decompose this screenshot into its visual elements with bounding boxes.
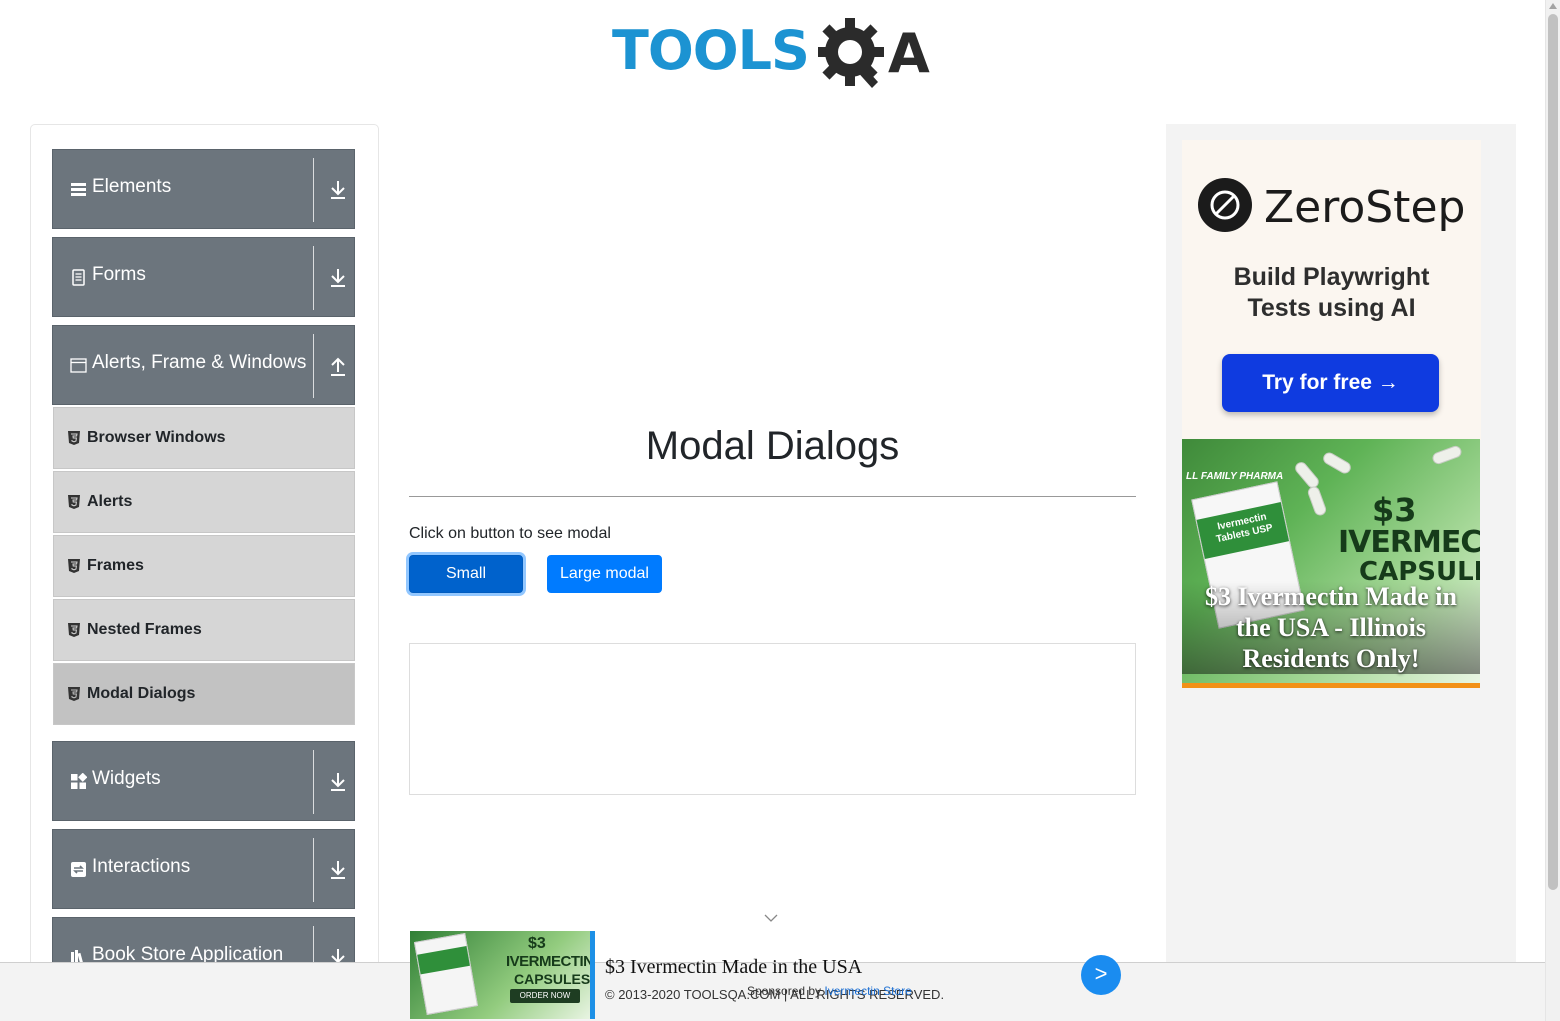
sidebar-group-forms[interactable]: Forms xyxy=(52,237,355,317)
ad-price: $3 xyxy=(1372,491,1417,529)
divider xyxy=(313,158,314,222)
gear-q-logo-icon: A xyxy=(818,18,930,88)
sidebar-group-alerts-frame-windows[interactable]: Alerts, Frame & Windows xyxy=(52,325,355,405)
sponsor-link[interactable]: Ivermectin Store xyxy=(824,984,911,998)
sidebar-item-alerts[interactable]: Alerts xyxy=(53,471,355,533)
html5-icon xyxy=(68,495,80,509)
hamburger-icon xyxy=(71,183,86,196)
ivermectin-ad[interactable]: LL FAMILY PHARMA Ivermectin Tablets USP … xyxy=(1182,439,1480,688)
sidebar-group-label: Elements xyxy=(92,176,172,197)
expand-arrow-icon[interactable] xyxy=(327,858,349,882)
pill-image xyxy=(1430,444,1464,466)
page-title: Modal Dialogs xyxy=(645,424,900,468)
widgets-icon xyxy=(71,773,87,789)
document-icon xyxy=(72,269,85,286)
expand-arrow-icon[interactable] xyxy=(327,178,349,202)
ad-placeholder-box xyxy=(409,643,1136,795)
sponsored-by-text: Sponsored by Ivermectin Store xyxy=(747,984,912,998)
bottom-banner-ad[interactable]: $3 IVERMECTIN CAPSULES ORDER NOW $3 Iver… xyxy=(409,930,1134,1020)
pill-image xyxy=(1321,450,1353,476)
left-sidebar: Elements Forms Alerts, Frame & Windows B… xyxy=(30,124,379,1021)
divider xyxy=(313,750,314,814)
sidebar-item-label: Alerts xyxy=(87,493,133,510)
title-divider xyxy=(409,496,1136,497)
accent-bar xyxy=(590,931,595,1019)
expand-arrow-icon[interactable] xyxy=(327,266,349,290)
sidebar-submenu: Browser Windows Alerts Frames Nested Fra… xyxy=(53,407,355,727)
vertical-scrollbar[interactable] xyxy=(1545,0,1560,1021)
zerostep-brand: ZeroStep xyxy=(1264,182,1466,233)
zerostep-tagline: Build Playwright Tests using AI xyxy=(1182,262,1481,324)
expand-arrow-icon[interactable] xyxy=(327,770,349,794)
medicine-package-image xyxy=(413,933,479,1015)
html5-icon xyxy=(68,431,80,445)
tagline-line-2: Tests using AI xyxy=(1247,294,1416,322)
sidebar-group-label: Widgets xyxy=(92,768,161,789)
logo-text-a: A xyxy=(888,22,930,85)
sidebar-group-widgets[interactable]: Widgets xyxy=(52,741,355,821)
bottom-ad-title[interactable]: $3 Ivermectin Made in the USA xyxy=(605,956,862,979)
collapse-arrow-icon[interactable] xyxy=(327,354,349,378)
large-modal-button[interactable]: Large modal xyxy=(547,555,662,593)
divider xyxy=(313,246,314,310)
toolsqa-logo[interactable]: TOOLS A xyxy=(612,14,936,92)
html5-icon xyxy=(68,559,80,573)
divider xyxy=(313,334,314,398)
pill-image xyxy=(1292,459,1322,491)
divider xyxy=(313,838,314,902)
sidebar-item-label: Nested Frames xyxy=(87,621,202,638)
pharma-brand: LL FAMILY PHARMA xyxy=(1186,471,1284,482)
zerostep-ad[interactable]: ZeroStep Build Playwright Tests using AI… xyxy=(1182,140,1481,440)
try-for-free-button[interactable]: Try for free → xyxy=(1222,354,1439,412)
sidebar-item-nested-frames[interactable]: Nested Frames xyxy=(53,599,355,661)
page: TOOLS A Elements Forms Alerts, Frame & W… xyxy=(0,0,1560,1021)
go-arrow-button[interactable]: > xyxy=(1081,955,1121,995)
sponsored-prefix: Sponsored by xyxy=(747,984,822,998)
zerostep-logo-icon xyxy=(1198,178,1252,232)
sidebar-item-label: Frames xyxy=(87,557,144,574)
sidebar-item-frames[interactable]: Frames xyxy=(53,535,355,597)
pill-image xyxy=(1306,484,1328,518)
sidebar-item-label: Modal Dialogs xyxy=(87,685,196,702)
bottom-ad-product-word: IVERMECTIN xyxy=(506,953,590,970)
sidebar-group-label: Alerts, Frame & Windows xyxy=(92,352,307,373)
window-icon xyxy=(70,358,87,373)
scroll-up-arrow-icon[interactable] xyxy=(1549,3,1557,9)
sidebar-group-elements[interactable]: Elements xyxy=(52,149,355,229)
sidebar-group-label: Interactions xyxy=(92,856,191,877)
sidebar-group-interactions[interactable]: Interactions xyxy=(52,829,355,909)
sidebar-item-modal-dialogs[interactable]: Modal Dialogs xyxy=(53,663,355,725)
right-ad-column: ZeroStep Build Playwright Tests using AI… xyxy=(1166,124,1516,1021)
logo-text-tools: TOOLS xyxy=(612,19,810,82)
ad-product-word: IVERMECTIN xyxy=(1338,525,1480,560)
tagline-line-1: Build Playwright xyxy=(1233,263,1430,291)
bottom-ad-price: $3 xyxy=(528,935,546,952)
scrollbar-thumb[interactable] xyxy=(1548,14,1558,890)
order-now-label: ORDER NOW xyxy=(510,989,580,1003)
small-modal-button[interactable]: Small modal xyxy=(409,555,523,618)
chevron-down-icon[interactable] xyxy=(764,913,778,923)
ivermectin-headline: $3 Ivermectin Made in the USA - Illinois… xyxy=(1182,581,1480,674)
bottom-ad-image: $3 IVERMECTIN CAPSULES ORDER NOW xyxy=(410,931,590,1019)
interactions-icon xyxy=(71,862,86,877)
html5-icon xyxy=(68,623,80,637)
sidebar-item-label: Browser Windows xyxy=(87,429,226,446)
bottom-ad-form-word: CAPSULES xyxy=(514,971,590,987)
html5-icon xyxy=(68,687,80,701)
sidebar-group-label: Forms xyxy=(92,264,146,285)
sidebar-item-browser-windows[interactable]: Browser Windows xyxy=(53,407,355,469)
instruction-text: Click on button to see modal xyxy=(409,525,611,542)
